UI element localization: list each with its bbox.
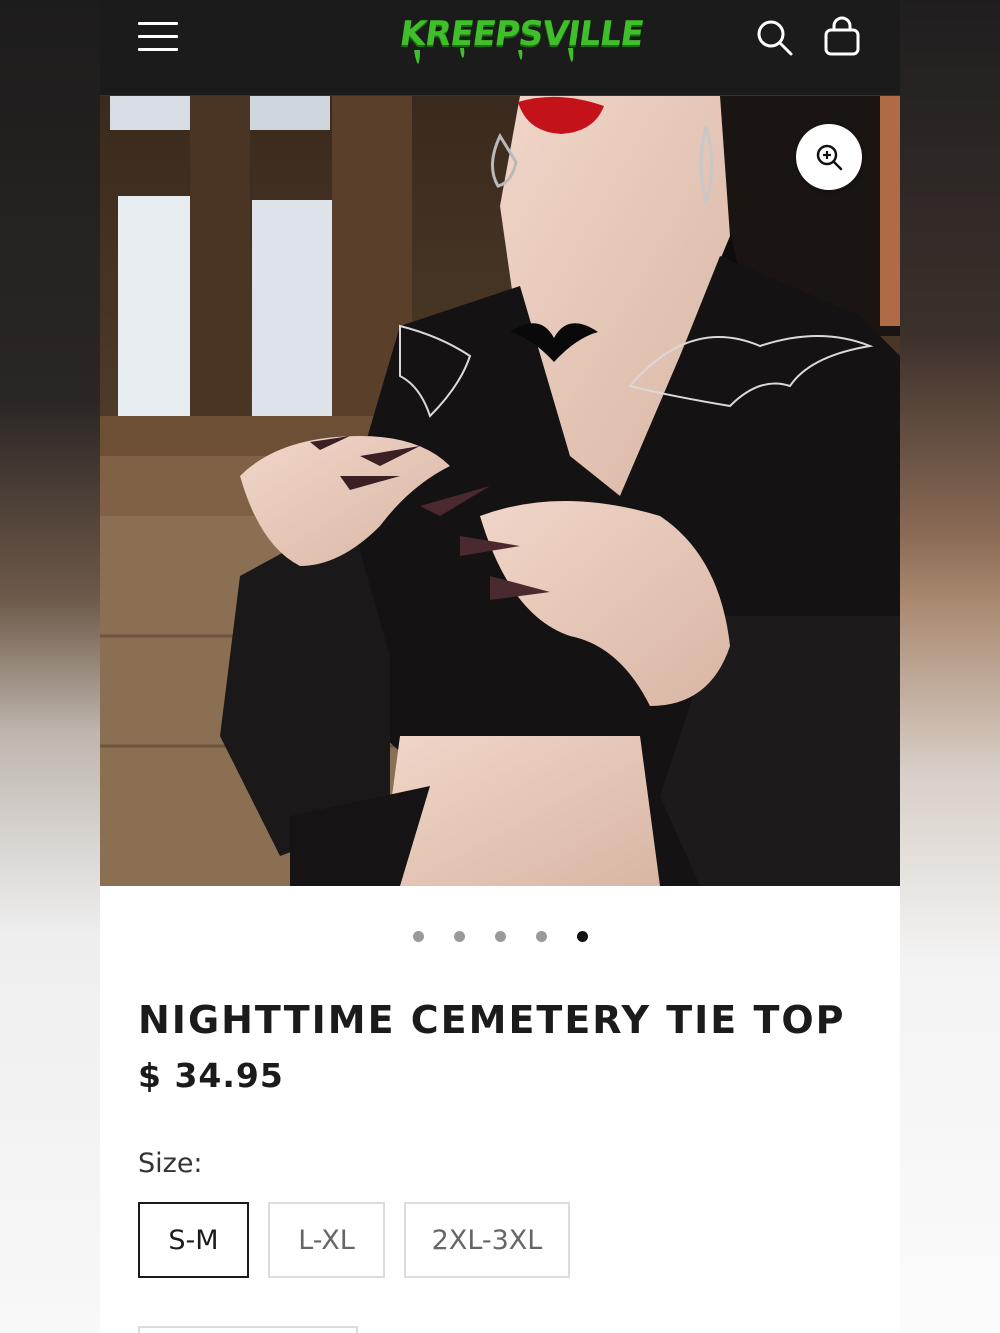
product-price: $ 34.95 bbox=[138, 1056, 284, 1095]
size-label: Size: bbox=[138, 1148, 203, 1179]
gallery-dot-2[interactable] bbox=[454, 931, 465, 942]
gallery-dot-4[interactable] bbox=[536, 931, 547, 942]
search-icon[interactable] bbox=[755, 18, 795, 58]
gallery-dot-5[interactable] bbox=[577, 931, 588, 942]
shopping-bag-icon[interactable] bbox=[822, 16, 862, 58]
gallery-pagination bbox=[100, 925, 900, 947]
size-option-label: L-XL bbox=[298, 1224, 355, 1256]
size-option-l-xl[interactable]: L-XL bbox=[268, 1202, 385, 1278]
hamburger-menu-icon[interactable] bbox=[138, 22, 180, 52]
product-photo-illustration bbox=[100, 96, 900, 886]
zoom-in-icon bbox=[816, 144, 843, 171]
quantity-selector[interactable] bbox=[138, 1326, 358, 1333]
size-option-2xl-3xl[interactable]: 2XL-3XL bbox=[404, 1202, 570, 1278]
background-blur-left bbox=[0, 0, 100, 1333]
size-option-label: S-M bbox=[168, 1224, 219, 1256]
product-page: KREEPSVILLE NIGHTTIME CEMETERY TIE TOP $… bbox=[100, 0, 900, 1333]
size-option-label: 2XL-3XL bbox=[431, 1224, 543, 1256]
product-image[interactable] bbox=[100, 96, 900, 886]
background-blur-right bbox=[900, 0, 1000, 1333]
site-logo[interactable]: KREEPSVILLE bbox=[397, 6, 646, 76]
gallery-dot-1[interactable] bbox=[413, 931, 424, 942]
logo-text: KREEPSVILLE bbox=[397, 14, 646, 54]
product-title: NIGHTTIME CEMETERY TIE TOP bbox=[138, 998, 846, 1042]
gallery-dot-3[interactable] bbox=[495, 931, 506, 942]
zoom-in-button[interactable] bbox=[796, 124, 862, 190]
site-header: KREEPSVILLE bbox=[100, 0, 900, 96]
size-option-s-m[interactable]: S-M bbox=[138, 1202, 249, 1278]
